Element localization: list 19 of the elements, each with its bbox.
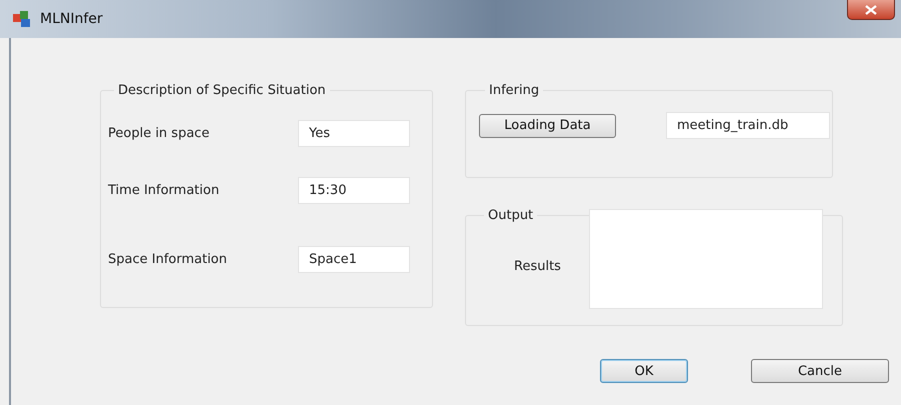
results-label: Results <box>514 258 561 274</box>
input-field[interactable]: 15:30 <box>298 177 410 204</box>
input-field[interactable]: Space1 <box>298 246 410 273</box>
close-icon <box>865 4 877 14</box>
close-button[interactable] <box>847 0 895 20</box>
field-label: People in space <box>108 126 210 141</box>
app-icon <box>12 10 32 28</box>
field-label: Space Information <box>108 252 228 267</box>
group-title: Description of Specific Situation <box>117 83 327 98</box>
dialog-button[interactable]: OK <box>600 359 688 383</box>
group-title: Infering <box>488 83 540 98</box>
dialog-button[interactable]: Cancle <box>751 359 889 383</box>
window-title: MLNInfer <box>40 11 103 27</box>
file-field[interactable]: meeting_train.db <box>666 112 830 139</box>
loading-data-button[interactable]: Loading Data <box>479 114 616 138</box>
field-label: Time Information <box>108 183 220 198</box>
results-field[interactable] <box>588 209 823 309</box>
input-field[interactable]: Yes <box>298 120 410 147</box>
group-title: Output <box>487 208 534 223</box>
